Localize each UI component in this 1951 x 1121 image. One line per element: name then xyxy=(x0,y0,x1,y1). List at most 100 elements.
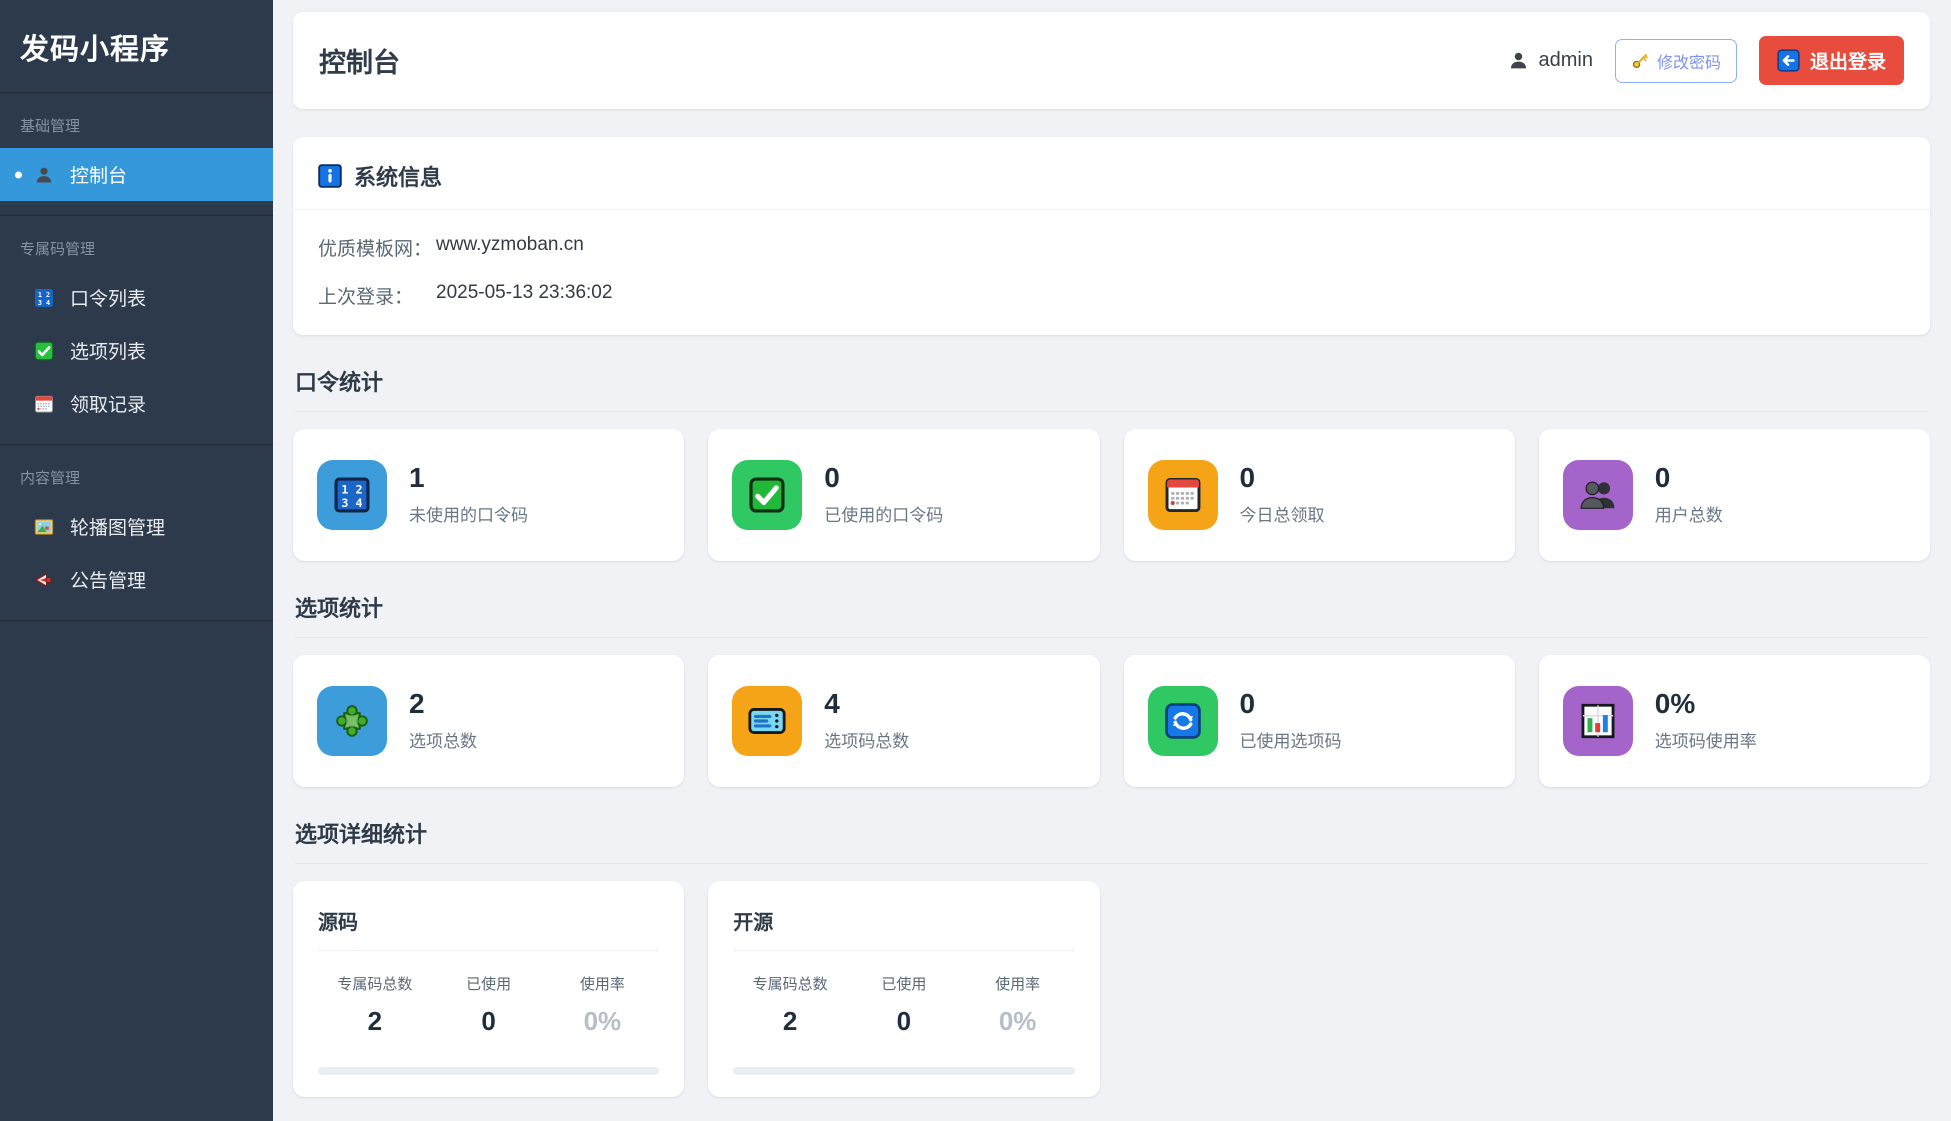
sidebar-section-content: 内容管理 轮播图管理 公告管理 xyxy=(0,445,273,621)
stat-label: 未使用的口令码 xyxy=(409,506,528,525)
svg-text:1 2: 1 2 xyxy=(38,291,50,299)
sidebar-section-codes: 专属码管理 1 23 4 口令列表 选项列表 领取记录 xyxy=(0,216,273,445)
section-label-content: 内容管理 xyxy=(20,470,81,487)
detail-stat: 使用率 0% xyxy=(546,973,660,1037)
logout-button[interactable]: 退出登录 xyxy=(1758,36,1904,85)
info-row-last-login: 上次登录： 2025-05-13 23:36:02 xyxy=(318,282,1905,309)
system-info-card: 系统信息 优质模板网： www.yzmoban.cn 上次登录： 2025-05… xyxy=(293,137,1930,335)
detail-stat-label: 专属码总数 xyxy=(337,976,413,993)
info-value: 2025-05-13 23:36:02 xyxy=(436,282,613,303)
active-bullet-icon xyxy=(15,171,22,178)
option-detail-grid: 源码 专属码总数 2 已使用 0 使用率 0% 开源 专属码总数 2 已使用 0… xyxy=(293,881,1930,1097)
detail-stat-value: 2 xyxy=(367,1006,383,1036)
section-title-option-detail: 选项详细统计 xyxy=(295,817,1928,864)
stat-label: 选项码使用率 xyxy=(1654,732,1757,751)
system-info-header: 系统信息 xyxy=(293,137,1930,210)
detail-card-title: 源码 xyxy=(318,906,660,951)
user-icon xyxy=(34,165,54,185)
sidebar-item-carousel[interactable]: 轮播图管理 xyxy=(0,500,273,553)
sidebar-item-option-list[interactable]: 选项列表 xyxy=(0,324,273,377)
password-stats-grid: 1 23 4 1 未使用的口令码 0 已使用的口令码 0 今日总领取 0 用户总… xyxy=(293,429,1930,561)
stat-label: 用户总数 xyxy=(1654,506,1723,525)
ticket-icon xyxy=(732,686,803,756)
info-row-site: 优质模板网： www.yzmoban.cn xyxy=(318,234,1905,261)
stat-value: 0% xyxy=(1654,688,1696,719)
stat-card-today-claims: 0 今日总领取 xyxy=(1123,429,1515,561)
stat-value: 0 xyxy=(824,462,840,493)
input-numbers-icon: 1 23 4 xyxy=(34,288,54,308)
system-info-body: 优质模板网： www.yzmoban.cn 上次登录： 2025-05-13 2… xyxy=(293,210,1930,335)
section-title-password-stats: 口令统计 xyxy=(295,365,1928,412)
detail-stats: 专属码总数 2 已使用 0 使用率 0% xyxy=(733,973,1074,1037)
checkbox-icon xyxy=(732,460,803,530)
info-value: www.yzmoban.cn xyxy=(436,234,584,255)
sidebar-item-label: 控制台 xyxy=(70,166,128,187)
change-password-button[interactable]: 修改密码 xyxy=(1614,38,1737,83)
detail-stat-label: 使用率 xyxy=(579,976,625,993)
detail-stat: 专属码总数 2 xyxy=(318,973,432,1037)
detail-stat: 专属码总数 2 xyxy=(733,973,847,1037)
detail-stat-value: 0 xyxy=(481,1006,496,1036)
bar-chart-icon xyxy=(1562,686,1633,756)
app-title: 发码小程序 xyxy=(0,0,273,93)
stat-label: 今日总领取 xyxy=(1239,506,1325,525)
detail-card-open-source: 开源 专属码总数 2 已使用 0 使用率 0% xyxy=(708,881,1100,1097)
info-icon xyxy=(318,164,342,188)
stat-card-total-option-codes: 4 选项码总数 xyxy=(708,655,1100,787)
sidebar-item-password-list[interactable]: 1 23 4 口令列表 xyxy=(0,271,273,324)
stat-label: 选项总数 xyxy=(409,732,477,751)
detail-stat: 已使用 0 xyxy=(847,973,961,1037)
framed-picture-icon xyxy=(34,517,54,537)
sidebar-item-label: 领取记录 xyxy=(70,395,147,416)
detail-stat-label: 使用率 xyxy=(995,976,1041,993)
change-password-label: 修改密码 xyxy=(1656,54,1721,72)
main-content: 控制台 admin 修改密码 退出登录 系统信息 优质模板网： www.yzmo… xyxy=(273,0,1951,1121)
left-arrow-icon xyxy=(1777,49,1800,72)
detail-stat-value: 0% xyxy=(998,1006,1037,1036)
stat-label: 选项码总数 xyxy=(824,732,910,751)
section-label-basic: 基础管理 xyxy=(20,118,81,135)
info-label: 上次登录： xyxy=(318,287,414,308)
users-icon xyxy=(1562,460,1633,530)
stat-card-used-codes: 0 已使用的口令码 xyxy=(708,429,1100,561)
svg-text:1 2: 1 2 xyxy=(341,483,362,497)
detail-card-source: 源码 专属码总数 2 已使用 0 使用率 0% xyxy=(293,881,685,1097)
stat-value: 4 xyxy=(824,688,840,719)
detail-stat-value: 0 xyxy=(896,1006,912,1036)
input-numbers-icon: 1 23 4 xyxy=(317,460,387,530)
header-actions: admin 修改密码 退出登录 xyxy=(1508,36,1904,85)
stat-value: 0 xyxy=(1239,688,1256,719)
info-label: 优质模板网： xyxy=(318,239,433,260)
usage-progress-bar xyxy=(733,1067,1075,1075)
sidebar-item-label: 选项列表 xyxy=(70,342,147,363)
svg-text:3 4: 3 4 xyxy=(341,496,362,510)
stat-label: 已使用选项码 xyxy=(1239,732,1342,751)
sidebar-item-announcements[interactable]: 公告管理 xyxy=(0,553,273,606)
puzzle-icon xyxy=(317,686,387,756)
refresh-icon xyxy=(1147,686,1218,756)
usage-progress-bar xyxy=(318,1067,660,1075)
detail-stats: 专属码总数 2 已使用 0 使用率 0% xyxy=(318,973,659,1037)
sidebar: 发码小程序 基础管理 控制台 专属码管理 1 23 4 口令列表 选项列表 领取… xyxy=(0,0,273,1121)
detail-stat: 已使用 0 xyxy=(432,973,546,1037)
checkbox-icon xyxy=(34,341,54,361)
calendar-icon xyxy=(34,394,54,414)
stat-card-option-usage-rate: 0% 选项码使用率 xyxy=(1538,655,1930,787)
stat-value: 0 xyxy=(1654,462,1671,493)
page-title: 控制台 xyxy=(319,48,400,78)
system-info-title: 系统信息 xyxy=(354,165,443,190)
svg-text:3 4: 3 4 xyxy=(38,299,50,307)
stat-card-unused-codes: 1 23 4 1 未使用的口令码 xyxy=(293,429,685,561)
logout-label: 退出登录 xyxy=(1809,52,1886,73)
stat-value: 2 xyxy=(409,688,425,719)
stat-label: 已使用的口令码 xyxy=(824,506,944,525)
detail-stat-value: 2 xyxy=(782,1006,798,1036)
stat-value: 1 xyxy=(409,462,425,493)
stat-value: 0 xyxy=(1239,462,1256,493)
section-title-option-stats: 选项统计 xyxy=(295,591,1928,638)
calendar-icon xyxy=(1147,460,1218,530)
sidebar-item-claim-records[interactable]: 领取记录 xyxy=(0,377,273,430)
detail-stat-label: 专属码总数 xyxy=(752,976,828,993)
current-user: admin xyxy=(1508,49,1593,72)
sidebar-item-console[interactable]: 控制台 xyxy=(0,148,273,201)
